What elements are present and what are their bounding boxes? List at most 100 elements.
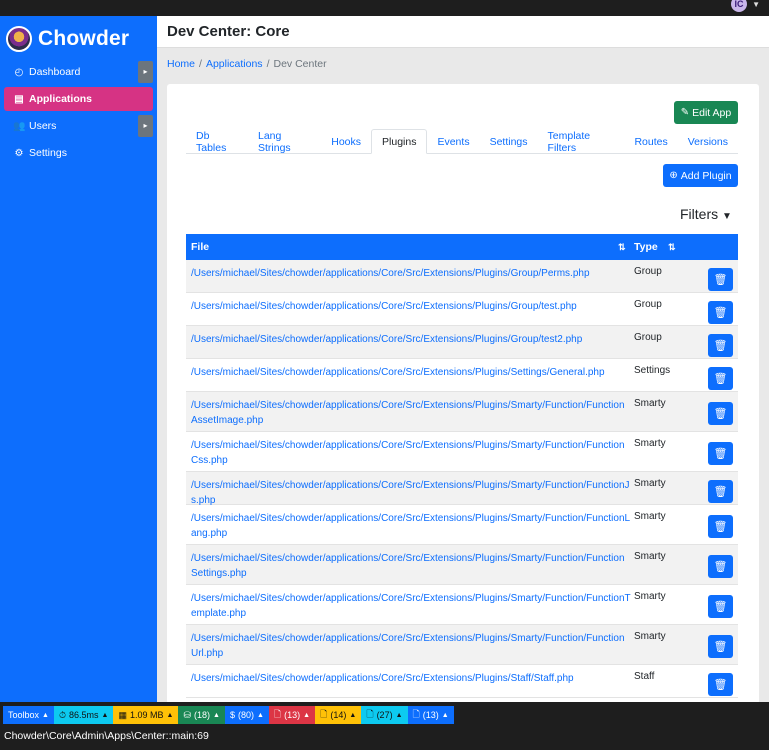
sidebar: Chowder ◴ Dashboard ▸ ▤ Applications 👥 Users ▸ ⚙… <box>0 16 157 702</box>
sidebar-item-settings[interactable]: ⚙ Settings <box>4 141 153 165</box>
delete-button[interactable]: 🗑 <box>708 555 733 578</box>
main-content: Home / Applications / Dev Center ✎ Edit App … <box>157 48 769 704</box>
table-header: File ⇅ Type ⇅ <box>186 234 738 260</box>
warnings-badge[interactable]: 🗋 (14) ▲ <box>315 706 362 724</box>
time-badge[interactable]: ⏱ 86.5ms ▲ <box>53 706 114 724</box>
add-plugin-label: Add Plugin <box>680 169 732 182</box>
add-plugin-button[interactable]: ⊕ Add Plugin <box>663 164 738 187</box>
brand[interactable]: Chowder <box>6 22 129 56</box>
type-cell: Smarty <box>634 551 666 562</box>
file-link[interactable]: /Users/michael/Sites/chowder/application… <box>191 266 631 281</box>
files-badge-icon: 🗋 <box>366 709 374 719</box>
tab-routes[interactable]: Routes <box>624 129 677 154</box>
trash-icon: 🗑 <box>713 408 728 420</box>
type-cell: Smarty <box>634 591 666 602</box>
type-cell: Group <box>634 332 662 343</box>
table-row: /Users/michael/Sites/chowder/application… <box>186 545 738 585</box>
toolbox-toggle[interactable]: Toolbox ▲ <box>3 706 54 724</box>
files-badge[interactable]: 🗋 (27) ▲ <box>361 706 408 724</box>
file-link[interactable]: /Users/michael/Sites/chowder/application… <box>191 671 631 686</box>
sort-icon[interactable]: ⇅ <box>668 242 676 253</box>
memory-badge[interactable]: ▦ 1.09 MB ▲ <box>113 706 179 724</box>
sidebar-item-applications[interactable]: ▤ Applications <box>4 87 153 111</box>
delete-button[interactable]: 🗑 <box>708 402 733 425</box>
file-link[interactable]: /Users/michael/Sites/chowder/application… <box>191 398 631 428</box>
tab-db-tables[interactable]: Db Tables <box>186 129 248 154</box>
delete-button[interactable]: 🗑 <box>708 480 733 503</box>
table-row: /Users/michael/Sites/chowder/application… <box>186 665 738 698</box>
sidebar-item-label: Settings <box>29 147 67 159</box>
type-cell: Group <box>634 299 662 310</box>
breadcrumb-home[interactable]: Home <box>167 58 195 70</box>
plugins-table: File ⇅ Type ⇅ /Users/michael/Sites/chowd… <box>186 234 738 698</box>
queries-badge[interactable]: ⛁ (18) ▲ <box>178 706 225 724</box>
expand-toggle[interactable]: ▸ <box>138 115 153 137</box>
caret-down-icon: ▼ <box>722 211 732 222</box>
delete-button[interactable]: 🗑 <box>708 367 733 390</box>
tab-template-filters[interactable]: Template Filters <box>538 129 625 154</box>
tab-bar: Db Tables Lang Strings Hooks Plugins Events S… <box>186 129 738 154</box>
trash-icon: 🗑 <box>713 521 728 533</box>
chevron-down-icon[interactable]: ▼ <box>752 0 760 9</box>
expand-toggle[interactable]: ▸ <box>138 61 153 83</box>
type-cell: Smarty <box>634 631 666 642</box>
files-badge-label: (27) <box>376 710 393 720</box>
file-link[interactable]: /Users/michael/Sites/chowder/application… <box>191 438 631 468</box>
tab-hooks[interactable]: Hooks <box>321 129 371 154</box>
route-label: Chowder\Core\Admin\Apps\Center::main:69 <box>4 730 209 742</box>
logo <box>6 26 32 52</box>
edit-app-label: Edit App <box>692 106 732 119</box>
delete-button[interactable]: 🗑 <box>708 268 733 291</box>
sidebar-item-dashboard[interactable]: ◴ Dashboard ▸ <box>4 60 153 84</box>
file-link[interactable]: /Users/michael/Sites/chowder/application… <box>191 299 631 314</box>
time-badge-label: 86.5ms <box>69 710 99 720</box>
tab-versions[interactable]: Versions <box>678 129 738 154</box>
filters-label: Filters <box>680 206 719 222</box>
filters-toggle[interactable]: Filters ▼ <box>680 206 732 222</box>
sort-icon[interactable]: ⇅ <box>618 242 626 253</box>
file-link[interactable]: /Users/michael/Sites/chowder/application… <box>191 332 631 347</box>
trash-icon: 🗑 <box>713 601 728 613</box>
chevron-up-icon: ▲ <box>166 711 174 719</box>
chevron-up-icon: ▲ <box>42 711 49 719</box>
errors-badge[interactable]: 🗋 (13) ▲ <box>268 706 316 724</box>
type-cell: Group <box>634 266 662 277</box>
type-cell: Settings <box>634 365 671 376</box>
column-header-file[interactable]: File <box>191 241 209 253</box>
edit-app-button[interactable]: ✎ Edit App <box>674 101 738 124</box>
chevron-up-icon: ▲ <box>256 711 264 719</box>
tab-events[interactable]: Events <box>427 129 479 154</box>
tab-plugins[interactable]: Plugins <box>371 129 428 154</box>
delete-button[interactable]: 🗑 <box>708 595 733 618</box>
delete-button[interactable]: 🗑 <box>708 334 733 357</box>
table-row: /Users/michael/Sites/chowder/application… <box>186 260 738 293</box>
delete-button[interactable]: 🗑 <box>708 442 733 465</box>
tab-settings[interactable]: Settings <box>480 129 538 154</box>
delete-button[interactable]: 🗑 <box>708 673 733 696</box>
delete-button[interactable]: 🗑 <box>708 515 733 538</box>
sidebar-item-label: Applications <box>29 93 93 105</box>
sidebar-nav: ◴ Dashboard ▸ ▤ Applications 👥 Users ▸ ⚙ Settings <box>4 60 153 168</box>
file-link[interactable]: /Users/michael/Sites/chowder/application… <box>191 478 631 508</box>
file-link[interactable]: /Users/michael/Sites/chowder/application… <box>191 551 631 581</box>
errors-badge-icon: 🗋 <box>273 709 282 719</box>
file-link[interactable]: /Users/michael/Sites/chowder/application… <box>191 511 631 541</box>
sidebar-item-label: Dashboard <box>29 66 81 78</box>
column-header-type[interactable]: Type <box>634 241 658 253</box>
file-link[interactable]: /Users/michael/Sites/chowder/application… <box>191 591 631 621</box>
file-link[interactable]: /Users/michael/Sites/chowder/application… <box>191 365 631 380</box>
chevron-up-icon: ▲ <box>349 711 357 719</box>
avatar[interactable]: IC <box>731 0 747 12</box>
file-link[interactable]: /Users/michael/Sites/chowder/application… <box>191 631 631 661</box>
logs-badge[interactable]: 🗋 (13) ▲ <box>407 706 454 724</box>
delete-button[interactable]: 🗑 <box>708 635 733 658</box>
sidebar-item-users[interactable]: 👥 Users ▸ <box>4 114 153 138</box>
delete-button[interactable]: 🗑 <box>708 301 733 324</box>
type-cell: Smarty <box>634 398 666 409</box>
breadcrumb-applications[interactable]: Applications <box>206 58 263 70</box>
cache-badge[interactable]: $ (80) ▲ <box>224 706 269 724</box>
queries-badge-icon: ⛁ <box>183 709 191 720</box>
pencil-icon: ✎ <box>680 107 690 118</box>
tab-lang-strings[interactable]: Lang Strings <box>248 129 321 154</box>
type-cell: Smarty <box>634 438 666 449</box>
